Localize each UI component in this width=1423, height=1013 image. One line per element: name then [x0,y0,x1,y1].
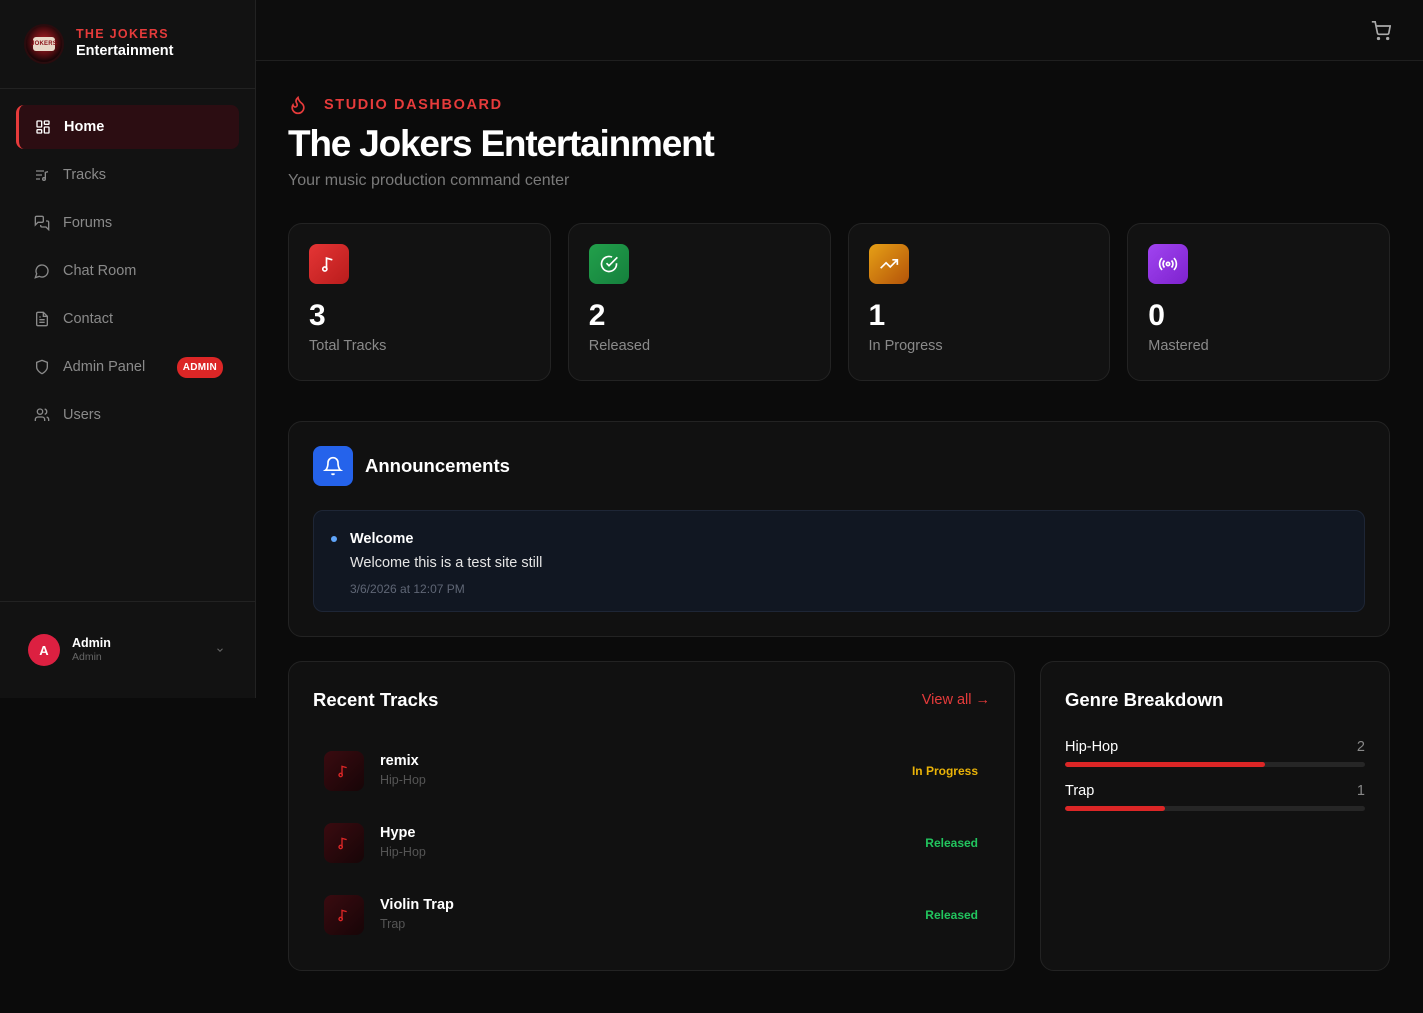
brand[interactable]: JOKERS THE JOKERS Entertainment [0,0,255,89]
page-subtitle: Your music production command center [288,171,570,189]
genre-bar-fill [1065,761,1266,767]
track-name: remix [380,753,419,770]
list-music-icon [36,170,49,181]
user-name: Admin [72,635,111,650]
admin-badge: ADMIN [176,356,223,378]
status-badge: In Progress [911,763,978,778]
track-genre: Trap [380,916,406,931]
track-row[interactable]: Hype Hip-Hop Released [313,807,990,879]
genre-row: Trap 1 [1065,783,1365,811]
genre-count: 2 [1356,738,1365,755]
brand-bottom: Entertainment [76,42,174,59]
brand-top: THE JOKERS [76,27,169,42]
sidebar-item-forums[interactable]: Forums [16,201,239,245]
trending-up-icon [868,243,909,284]
track-genre: Hip-Hop [380,772,426,787]
stat-value: 3 [309,298,326,332]
sidebar-item-label: Tracks [63,167,106,183]
sidebar: JOKERS THE JOKERS Entertainment Home Tra… [0,0,256,698]
bottom-row: Recent Tracks View all → remix Hip-Hop I… [288,660,1390,971]
stats-row: 3 Total Tracks 2 Released 1 In Progress … [288,222,1390,381]
logo-text: JOKERS [31,41,57,47]
music-note-icon [324,822,364,863]
music-note-icon [324,750,364,791]
sidebar-item-label: Admin Panel [63,359,146,375]
genre-bar-fill [1065,805,1165,811]
genre-name: Hip-Hop [1065,738,1119,755]
sidebar-item-label: Contact [63,311,113,327]
music-note-icon [309,243,349,284]
topbar [256,0,1423,61]
user-role: Admin [72,651,102,664]
stat-value: 0 [1148,298,1165,332]
bell-icon [313,445,353,486]
users-icon [34,408,50,421]
messages-icon [34,215,50,231]
view-all-link[interactable]: View all → [922,692,990,708]
track-row[interactable]: Violin Trap Trap Released [313,879,990,951]
main-content: STUDIO DASHBOARD The Jokers Entertainmen… [288,61,1390,971]
eyebrow: STUDIO DASHBOARD [288,95,1390,115]
track-genre: Hip-Hop [380,844,426,859]
stat-card-total-tracks: 3 Total Tracks [288,222,551,381]
user-menu[interactable]: A Admin Admin [0,601,255,698]
announcement-body: Welcome this is a test site still [350,554,543,571]
sidebar-item-home[interactable]: Home [16,105,239,149]
status-badge: Released [925,835,978,850]
sidebar-item-contact[interactable]: Contact [16,297,239,341]
track-name: Violin Trap [380,897,454,914]
avatar: A [28,634,60,666]
chat-bubble-icon [34,264,49,279]
status-badge: Released [925,907,978,922]
page-title: The Jokers Entertainment [288,123,715,164]
check-circle-icon [588,243,629,284]
announcement-title: Welcome [350,530,414,547]
recent-tracks-title: Recent Tracks [313,688,439,710]
stat-card-mastered: 0 Mastered [1127,222,1390,381]
music-note-icon [324,894,364,935]
recent-tracks-card: Recent Tracks View all → remix Hip-Hop I… [288,660,1015,971]
flame-icon [291,95,305,115]
stat-card-in-progress: 1 In Progress [847,222,1111,381]
grid-icon [36,120,50,134]
cart-icon[interactable] [1371,21,1391,41]
stat-card-released: 2 Released [567,222,831,381]
track-row[interactable]: remix Hip-Hop In Progress [313,735,990,807]
genre-breakdown-card: Genre Breakdown Hip-Hop 2 Trap 1 [1040,660,1390,971]
sidebar-item-label: Chat Room [63,263,137,279]
genre-count: 1 [1356,782,1365,799]
genre-bar-track [1065,761,1365,767]
sidebar-item-chat-room[interactable]: Chat Room [16,249,239,293]
broadcast-icon [1148,243,1189,284]
genre-bar-track [1065,805,1365,811]
announcements-card: Announcements Welcome Welcome this is a … [288,420,1390,637]
stat-label: Total Tracks [309,337,387,354]
announcement-time: 3/6/2026 at 12:07 PM [350,581,465,596]
stat-label: Released [588,337,651,354]
stat-label: In Progress [868,337,943,354]
shield-icon [36,359,48,375]
sidebar-item-admin-panel[interactable]: Admin Panel ADMIN [16,345,239,389]
genre-name: Trap [1065,782,1095,799]
sidebar-nav: Home Tracks Forums Chat Room Contact Adm… [0,89,255,437]
sidebar-item-tracks[interactable]: Tracks [16,153,239,197]
unread-dot [331,535,337,542]
track-name: Hype [380,825,416,842]
stat-value: 2 [588,298,606,332]
document-icon [36,311,48,327]
logo: JOKERS [24,24,64,64]
sidebar-item-label: Users [63,407,101,423]
sidebar-item-label: Forums [63,215,113,231]
stat-label: Mastered [1148,337,1209,354]
sidebar-item-users[interactable]: Users [16,393,239,437]
announcements-title: Announcements [365,454,510,476]
stat-value: 1 [868,298,886,332]
sidebar-item-label: Home [64,119,105,135]
chevron-down-icon[interactable] [215,645,225,655]
genre-row: Hip-Hop 2 [1065,739,1365,767]
genre-breakdown-title: Genre Breakdown [1065,688,1224,710]
eyebrow-text: STUDIO DASHBOARD [324,97,503,113]
announcement-item[interactable]: Welcome Welcome this is a test site stil… [313,509,1365,612]
